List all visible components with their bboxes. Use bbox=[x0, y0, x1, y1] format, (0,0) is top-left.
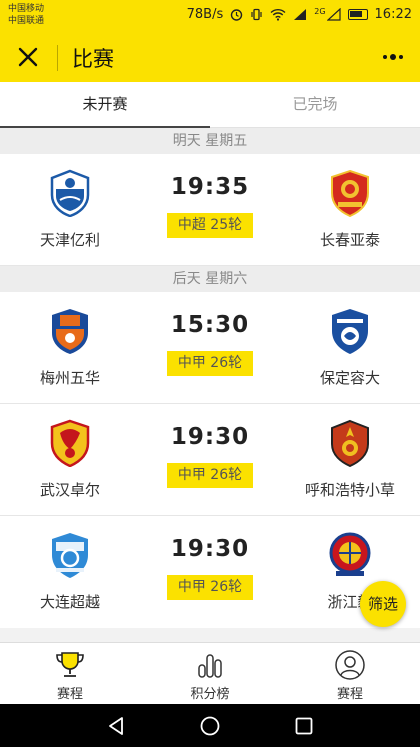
status-bar: 中国移动 中国联通 78B/s 2G 16:22 bbox=[0, 0, 420, 32]
day-header: 后天 星期六 bbox=[0, 266, 420, 292]
bottom-tab-profile[interactable]: 赛程 bbox=[280, 643, 420, 704]
away-team-name: 长春亚泰 bbox=[319, 231, 380, 249]
bottom-tab-label: 积分榜 bbox=[190, 687, 230, 702]
away-team[interactable]: 呼和浩特小草 bbox=[280, 419, 420, 500]
away-team-name: 保定容大 bbox=[319, 369, 380, 387]
status-indicators: 78B/s 2G 16:22 bbox=[187, 7, 412, 22]
team-badge-icon bbox=[329, 532, 371, 576]
league-round-badge: 中甲 26轮 bbox=[166, 575, 254, 600]
home-icon[interactable] bbox=[199, 715, 221, 737]
team-badge-icon bbox=[331, 419, 369, 467]
match-row[interactable]: 武汉卓尔 19:30 中甲 26轮 呼和浩特小草 bbox=[0, 404, 420, 516]
recent-apps-icon[interactable] bbox=[293, 715, 315, 737]
match-status-tabs: 未开赛 已完场 bbox=[0, 82, 420, 128]
home-team-name: 梅州五华 bbox=[39, 369, 100, 387]
more-dot bbox=[383, 55, 387, 59]
bottom-tab-schedule[interactable]: 赛程 bbox=[0, 643, 140, 704]
bottom-tab-bar: 赛程 积分榜 赛程 bbox=[0, 642, 420, 704]
trophy-icon bbox=[56, 652, 84, 677]
bottom-tab-standings[interactable]: 积分榜 bbox=[140, 643, 280, 704]
match-info: 19:35 中超 25轮 bbox=[140, 174, 280, 238]
league-round-badge: 中甲 26轮 bbox=[166, 463, 254, 488]
kickoff-time: 19:30 bbox=[170, 424, 250, 450]
network-speed: 78B/s bbox=[186, 7, 224, 22]
tab-finished[interactable]: 已完场 bbox=[210, 82, 420, 127]
wifi-icon bbox=[270, 8, 286, 21]
away-team[interactable]: 长春亚泰 bbox=[280, 169, 420, 250]
team-badge-icon bbox=[331, 169, 369, 217]
league-round-badge: 中甲 26轮 bbox=[166, 351, 254, 376]
vibrate-icon bbox=[251, 8, 262, 21]
kickoff-time: 15:30 bbox=[170, 312, 250, 338]
network-type: 2G bbox=[314, 7, 326, 16]
back-icon[interactable] bbox=[105, 715, 127, 737]
signal-2-icon bbox=[326, 8, 341, 21]
bar-chart-icon bbox=[198, 654, 222, 678]
app-header: 比赛 bbox=[0, 32, 420, 82]
home-team[interactable]: 梅州五华 bbox=[0, 307, 140, 388]
team-badge-icon bbox=[52, 309, 88, 354]
day-header: 明天 星期五 bbox=[0, 128, 420, 154]
home-team-name: 武汉卓尔 bbox=[39, 481, 100, 499]
team-badge-icon bbox=[50, 169, 90, 217]
match-info: 19:30 中甲 26轮 bbox=[140, 536, 280, 600]
profile-icon bbox=[335, 650, 365, 680]
team-badge-icon bbox=[50, 419, 90, 467]
more-dot bbox=[399, 55, 403, 59]
match-list[interactable]: 明天 星期五 天津亿利 19:35 中超 25轮 长春亚泰 后天 星期六 梅州五… bbox=[0, 128, 420, 642]
header-divider bbox=[57, 45, 58, 71]
clock: 16:22 bbox=[374, 7, 412, 22]
away-team[interactable]: 保定容大 bbox=[280, 307, 420, 388]
match-info: 19:30 中甲 26轮 bbox=[140, 424, 280, 488]
kickoff-time: 19:35 bbox=[170, 174, 250, 200]
system-nav-bar bbox=[0, 704, 420, 747]
more-dot bbox=[390, 54, 396, 60]
carrier-labels: 中国移动 中国联通 bbox=[8, 3, 44, 27]
team-badge-icon bbox=[332, 309, 368, 354]
match-row[interactable]: 天津亿利 19:35 中超 25轮 长春亚泰 bbox=[0, 154, 420, 266]
match-info: 15:30 中甲 26轮 bbox=[140, 312, 280, 376]
alarm-icon bbox=[231, 9, 243, 21]
home-team-name: 大连超越 bbox=[39, 593, 100, 611]
home-team[interactable]: 武汉卓尔 bbox=[0, 419, 140, 500]
carrier-2: 中国联通 bbox=[8, 16, 45, 26]
tab-upcoming[interactable]: 未开赛 bbox=[0, 82, 210, 128]
filter-button[interactable]: 筛选 bbox=[360, 581, 406, 627]
carrier-1: 中国移动 bbox=[8, 4, 45, 14]
kickoff-time: 19:30 bbox=[170, 536, 250, 562]
close-icon[interactable] bbox=[12, 41, 44, 73]
team-badge-icon bbox=[52, 533, 88, 578]
bottom-tab-label: 赛程 bbox=[336, 687, 363, 702]
battery-icon bbox=[347, 9, 368, 20]
page-title: 比赛 bbox=[72, 47, 114, 71]
away-team-name: 呼和浩特小草 bbox=[304, 481, 395, 499]
home-team[interactable]: 天津亿利 bbox=[0, 169, 140, 250]
home-team-name: 天津亿利 bbox=[39, 231, 100, 249]
signal-1-icon bbox=[294, 9, 307, 20]
bottom-tab-label: 赛程 bbox=[56, 687, 83, 702]
home-team[interactable]: 大连超越 bbox=[0, 531, 140, 612]
match-row[interactable]: 梅州五华 15:30 中甲 26轮 保定容大 bbox=[0, 292, 420, 404]
more-options-button[interactable] bbox=[380, 48, 406, 66]
league-round-badge: 中超 25轮 bbox=[166, 213, 254, 238]
match-row[interactable]: 大连超越 19:30 中甲 26轮 浙江毅 bbox=[0, 516, 420, 628]
